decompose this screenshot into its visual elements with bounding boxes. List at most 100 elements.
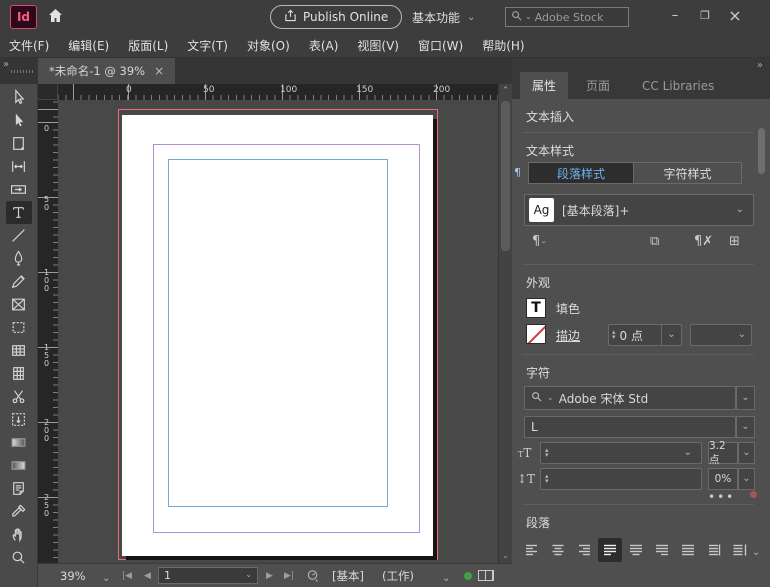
font-family-dropdown[interactable]: Adobe 宋体 Std <box>524 386 736 410</box>
eyedropper-tool[interactable] <box>6 500 32 523</box>
font-size-field[interactable]: ▴▾ <box>540 442 702 464</box>
page-tool[interactable] <box>6 132 32 155</box>
menu-view[interactable]: 视图(V) <box>357 37 399 54</box>
zoom-level[interactable]: 39% <box>60 569 86 583</box>
preflight-chevron-icon[interactable] <box>442 572 450 586</box>
justify-last-left-button[interactable] <box>598 538 622 562</box>
show-hidden-characters-icon[interactable]: ¶ <box>532 234 540 249</box>
adobe-stock-search[interactable]: Adobe Stock <box>505 7 629 27</box>
align-left-button[interactable] <box>520 538 544 562</box>
preflight-profile[interactable]: [基本] <box>332 568 364 584</box>
tab-properties[interactable]: 属性 <box>520 72 568 99</box>
stroke-link[interactable]: 描边 <box>556 327 580 344</box>
scroll-down-icon[interactable]: ⌄ <box>499 551 512 561</box>
create-style-icon[interactable]: ⊞ <box>729 234 740 249</box>
leading-field[interactable]: ▴▾ <box>540 468 702 490</box>
close-button[interactable]: × <box>722 4 748 26</box>
stepper-arrows-icon[interactable]: ▴▾ <box>545 448 549 458</box>
font-style-dropdown[interactable]: L <box>524 416 736 438</box>
rectangle-frame-tool[interactable] <box>6 293 32 316</box>
vertical-ruler[interactable]: 0 50 100 150 200 250 <box>38 100 58 563</box>
publish-online-button[interactable]: Publish Online <box>270 5 402 29</box>
first-page-button[interactable] <box>122 571 132 581</box>
stepper-arrows-icon[interactable]: ▴▾ <box>545 474 549 484</box>
menu-help[interactable]: 帮助(H) <box>482 37 524 54</box>
workspace-switcher[interactable]: 基本功能 <box>412 9 475 26</box>
menu-layout[interactable]: 版面(L) <box>128 37 168 54</box>
horizontal-grid-tool[interactable] <box>6 339 32 362</box>
horizontal-ruler[interactable]: 0 50 100 150 200 <box>58 84 498 100</box>
font-style-chevron[interactable] <box>736 416 755 438</box>
panel-scroll-chevron-icon[interactable] <box>752 546 760 560</box>
stepper-arrows-icon[interactable]: ▴▾ <box>612 330 616 340</box>
align-center-button[interactable] <box>546 538 570 562</box>
justify-last-right-button[interactable] <box>650 538 674 562</box>
paragraph-style-dropdown[interactable]: Ag [基本段落]+ <box>524 194 754 226</box>
direct-selection-tool[interactable] <box>6 109 32 132</box>
last-page-button[interactable] <box>284 571 294 581</box>
fill-swatch[interactable]: T <box>526 298 546 318</box>
gap-tool[interactable] <box>6 155 32 178</box>
content-collector-tool[interactable] <box>6 178 32 201</box>
vertical-scrollbar[interactable]: ⌃ ⌄ <box>498 84 512 563</box>
zoom-chevron-icon[interactable] <box>102 572 110 586</box>
ruler-origin-box[interactable] <box>38 84 58 100</box>
panel-collapse-icon[interactable]: » <box>757 60 763 71</box>
menu-table[interactable]: 表(A) <box>309 37 339 54</box>
minimize-button[interactable]: – <box>662 4 688 26</box>
rectangle-tool[interactable] <box>6 316 32 339</box>
spread-view-icon[interactable] <box>478 570 494 581</box>
note-tool[interactable] <box>6 477 32 500</box>
dock-expand-icon[interactable]: » <box>3 59 9 70</box>
stroke-weight-field[interactable]: ▴▾ 0 点 <box>608 324 662 346</box>
zoom-tool[interactable] <box>6 546 32 569</box>
next-page-button[interactable] <box>266 571 273 581</box>
document-canvas[interactable]: 0 50 100 150 200 0 50 100 150 200 250 ⌃ … <box>38 84 512 563</box>
line-tool[interactable] <box>6 224 32 247</box>
tab-cc-libraries[interactable]: CC Libraries <box>630 72 726 99</box>
menu-object[interactable]: 对象(O) <box>247 37 290 54</box>
clear-overrides-icon[interactable]: ¶✗ <box>694 234 702 249</box>
vertical-grid-tool[interactable] <box>6 362 32 385</box>
scroll-up-icon[interactable]: ⌃ <box>499 86 512 96</box>
font-family-chevron[interactable] <box>736 386 755 410</box>
paragraph-styles-tab[interactable]: 段落样式 <box>528 162 634 184</box>
leading-chevron[interactable] <box>738 468 755 490</box>
leading-value[interactable]: 0% <box>708 468 738 490</box>
more-options-icon[interactable]: ••• <box>708 490 735 504</box>
stroke-swatch-none[interactable] <box>526 324 546 344</box>
page-number-field[interactable]: 1 <box>158 567 258 584</box>
align-right-button[interactable] <box>572 538 596 562</box>
pencil-tool[interactable] <box>6 270 32 293</box>
free-transform-tool[interactable] <box>6 408 32 431</box>
pen-tool[interactable] <box>6 247 32 270</box>
toolbar-grip[interactable] <box>11 70 33 73</box>
previous-page-button[interactable] <box>144 571 151 581</box>
align-away-from-spine-button[interactable] <box>728 538 752 562</box>
scrollbar-thumb[interactable] <box>501 101 510 251</box>
character-styles-tab[interactable]: 字符样式 <box>634 162 742 184</box>
menu-edit[interactable]: 编辑(E) <box>68 37 109 54</box>
tab-close-icon[interactable]: × <box>154 64 164 78</box>
align-toward-spine-button[interactable] <box>702 538 726 562</box>
gradient-feather-tool[interactable] <box>6 454 32 477</box>
gradient-swatch-tool[interactable] <box>6 431 32 454</box>
selection-tool[interactable] <box>6 86 32 109</box>
redefine-style-icon[interactable]: ⧉ <box>650 234 659 249</box>
menu-file[interactable]: 文件(F) <box>9 37 49 54</box>
home-icon[interactable] <box>47 8 64 27</box>
font-size-value[interactable]: 3.2 点 <box>708 442 738 464</box>
font-size-chevron[interactable] <box>738 442 755 464</box>
scissors-tool[interactable] <box>6 385 32 408</box>
menu-type[interactable]: 文字(T) <box>187 37 228 54</box>
indesign-app-icon[interactable]: Id <box>10 5 37 29</box>
text-frame[interactable] <box>168 159 388 507</box>
justify-all-button[interactable] <box>676 538 700 562</box>
document-tab[interactable]: *未命名-1 @ 39% × <box>38 58 175 84</box>
hand-tool[interactable] <box>6 523 32 546</box>
stroke-style-dropdown[interactable] <box>690 324 752 346</box>
preflight-icon[interactable] <box>306 569 319 585</box>
type-tool[interactable] <box>6 201 32 224</box>
panel-scrollbar-thumb[interactable] <box>758 128 765 174</box>
menu-window[interactable]: 窗口(W) <box>418 37 463 54</box>
